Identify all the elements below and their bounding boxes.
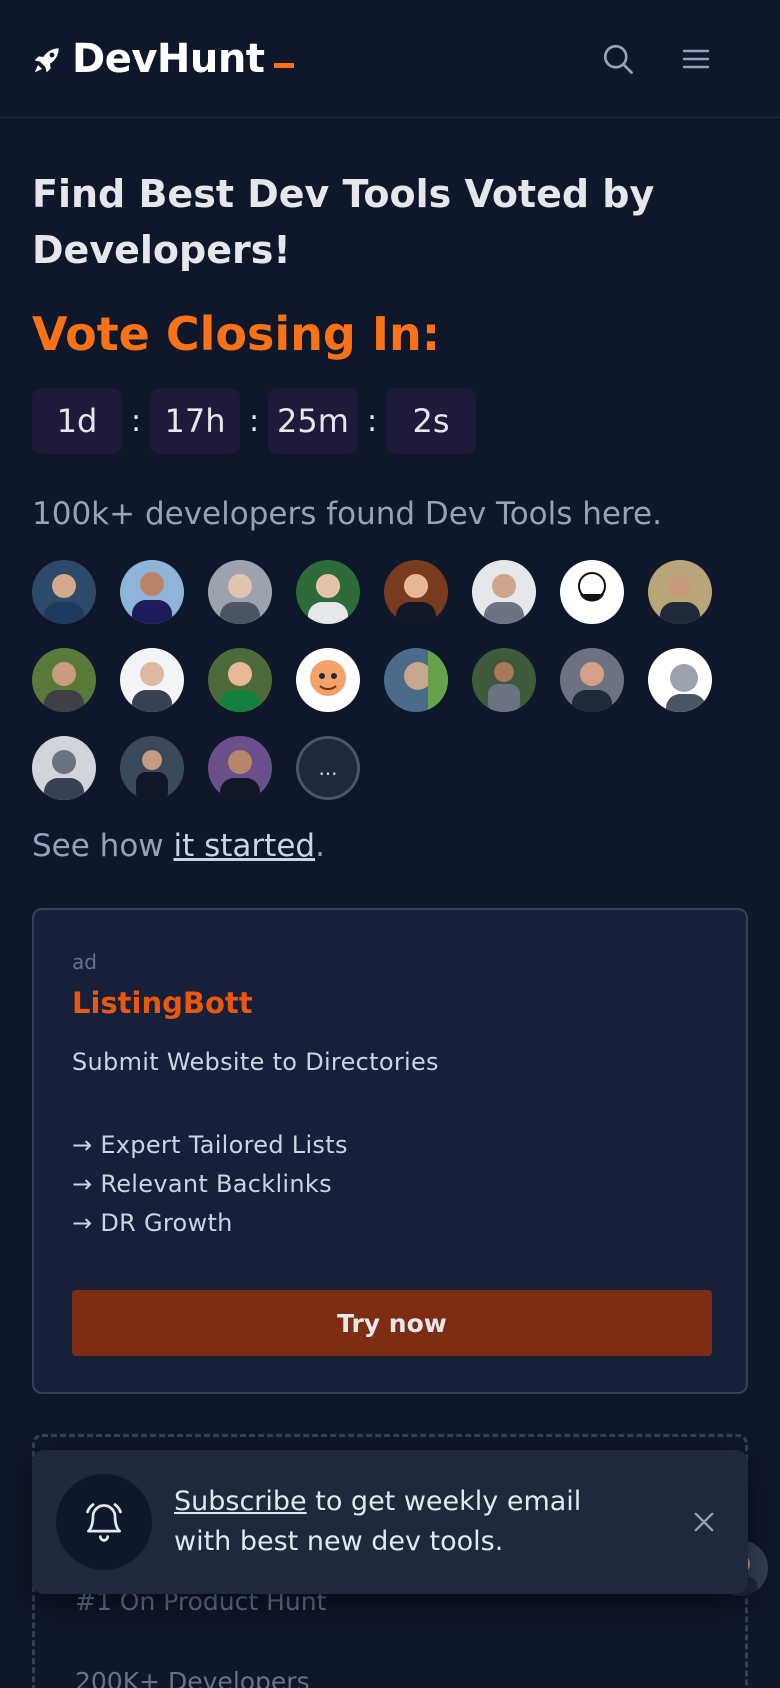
countdown-separator: : [130, 403, 142, 439]
avatar[interactable] [208, 736, 272, 800]
ad-feature: → Expert Tailored Lists [72, 1131, 348, 1159]
close-toast-button[interactable] [684, 1502, 724, 1542]
it-started-text: See how it started. [32, 828, 748, 864]
started-suffix: . [315, 828, 325, 864]
featured-line-developers: 200K+ Developers [75, 1667, 310, 1688]
countdown-separator: : [248, 403, 260, 439]
header-actions [598, 39, 748, 79]
started-prefix: See how [32, 828, 174, 864]
ad-feature-list: → Expert Tailored Lists → Relevant Backl… [72, 1126, 712, 1243]
avatar[interactable] [120, 736, 184, 800]
search-button[interactable] [598, 39, 638, 79]
avatar[interactable] [472, 560, 536, 624]
countdown-hours: 17h [150, 388, 240, 454]
avatar[interactable] [120, 648, 184, 712]
bell-badge [56, 1474, 152, 1570]
avatar[interactable] [296, 648, 360, 712]
avatar[interactable] [32, 560, 96, 624]
countdown-separator: : [366, 403, 378, 439]
hero-title: Find Best Dev Tools Voted by Developers! [32, 172, 655, 272]
subscribe-message: Subscribe to get weekly email with best … [174, 1482, 644, 1562]
ad-feature: → Relevant Backlinks [72, 1170, 332, 1198]
developer-avatars: ... [32, 560, 748, 800]
subscribe-link[interactable]: Subscribe [174, 1486, 307, 1517]
avatar[interactable] [560, 648, 624, 712]
more-avatars-button[interactable]: ... [296, 736, 360, 800]
logo[interactable]: DevHunt [32, 35, 295, 82]
avatar[interactable] [32, 736, 96, 800]
countdown-timer: 1d : 17h : 25m : 2s [32, 388, 748, 454]
avatar[interactable] [384, 648, 448, 712]
avatar[interactable] [120, 560, 184, 624]
search-icon [603, 44, 633, 74]
top-nav: DevHunt [0, 0, 780, 118]
ad-title[interactable]: ListingBott [72, 986, 712, 1020]
ad-tag: ad [72, 950, 97, 974]
avatar[interactable] [384, 560, 448, 624]
ad-description: Submit Website to Directories [72, 1048, 439, 1076]
ad-card: ad ListingBott Submit Website to Directo… [32, 908, 748, 1394]
ad-feature: → DR Growth [72, 1209, 233, 1237]
menu-button[interactable] [676, 39, 716, 79]
avatar[interactable] [208, 648, 272, 712]
countdown-minutes: 25m [268, 388, 358, 454]
rocket-icon [32, 43, 64, 75]
hamburger-menu-icon [682, 49, 710, 68]
ad-content: ad ListingBott Submit Website to Directo… [72, 950, 712, 1243]
avatar[interactable] [648, 560, 712, 624]
avatar[interactable] [208, 560, 272, 624]
avatar[interactable] [296, 560, 360, 624]
logo-text: DevHunt [72, 35, 265, 82]
bell-icon [86, 1503, 122, 1542]
subscribe-toast: Subscribe to get weekly email with best … [32, 1450, 748, 1594]
vote-closing-title: Vote Closing In: [32, 307, 441, 361]
avatar[interactable] [472, 648, 536, 712]
avatar[interactable] [560, 560, 624, 624]
avatar[interactable] [32, 648, 96, 712]
close-icon [694, 1512, 714, 1532]
try-now-button[interactable]: Try now [72, 1290, 712, 1356]
logo-cursor [274, 62, 295, 68]
hero-section: Find Best Dev Tools Voted by Developers!… [0, 118, 780, 864]
countdown-seconds: 2s [386, 388, 476, 454]
countdown-days: 1d [32, 388, 122, 454]
avatar[interactable] [648, 648, 712, 712]
it-started-link[interactable]: it started [174, 828, 316, 864]
page: DevHunt Find Best Dev Tools Voted by Dev… [0, 0, 780, 1688]
developers-found-text: 100k+ developers found Dev Tools here. [32, 496, 662, 532]
